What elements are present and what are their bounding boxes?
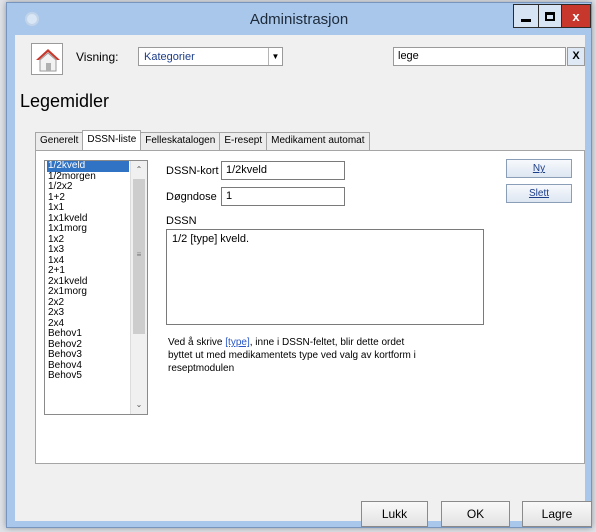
minimize-icon [521, 18, 531, 22]
delete-button[interactable]: Slett [506, 184, 572, 203]
client-area: Visning: Kategorier ▼ lege X Legemidler … [15, 35, 592, 527]
list-item[interactable]: Behov5 [47, 370, 129, 382]
home-icon [36, 49, 60, 72]
list-item[interactable]: 1x1 [47, 202, 129, 214]
dropdown-arrow-icon[interactable]: ▼ [268, 48, 282, 65]
scrollbar-thumb[interactable]: ≡ [133, 179, 145, 334]
dssn-kort-label: DSSN-kort [166, 165, 219, 177]
title-bar[interactable]: Administrasjon x [7, 3, 591, 35]
window-title: Administrasjon [249, 11, 349, 28]
tab-dssn-liste[interactable]: DSSN-liste [82, 130, 142, 150]
new-button-label: Ny [532, 163, 546, 174]
type-placeholder-link: [type] [225, 337, 250, 348]
list-item[interactable]: 2+1 [47, 265, 129, 277]
page-title: Legemidler [20, 91, 110, 111]
search-clear-button[interactable]: X [567, 47, 585, 66]
tab-strip: Generelt DSSN-liste Felleskatalogen E-re… [35, 130, 370, 150]
list-item[interactable]: 2x3 [47, 307, 129, 319]
tab-generelt[interactable]: Generelt [35, 132, 84, 150]
dogndose-field[interactable]: 1 [221, 187, 345, 206]
list-item[interactable]: 1/2kveld [47, 161, 129, 172]
info-line2: byttet ut med medikamentets type ved val… [168, 350, 416, 361]
dssn-label: DSSN [166, 215, 197, 227]
list-item[interactable]: 2x1morg [47, 286, 129, 298]
list-item[interactable]: Behov3 [47, 349, 129, 361]
dssn-tab-panel: 1/2kveld 1/2morgen 1/2x2 1+2 1x1 1x1kvel… [35, 150, 585, 464]
tab-e-resept[interactable]: E-resept [219, 132, 268, 150]
grip-icon: ≡ [136, 250, 142, 259]
toolbar: Visning: Kategorier ▼ lege X [15, 35, 585, 81]
list-scrollbar[interactable]: ⌃ ≡ ⌄ [130, 161, 147, 414]
save-button[interactable]: Lagre [522, 501, 592, 527]
maximize-icon [545, 11, 555, 21]
list-item[interactable]: 1/2x2 [47, 181, 129, 193]
list-item[interactable]: 1x3 [47, 244, 129, 256]
tab-felleskatalogen[interactable]: Felleskatalogen [140, 132, 221, 150]
close-dialog-button[interactable]: Lukk [361, 501, 428, 527]
search-input[interactable]: lege [393, 47, 566, 66]
tab-medikament-automat[interactable]: Medikament automat [266, 132, 370, 150]
info-prefix: Ved å skrive [168, 337, 226, 348]
home-button[interactable] [31, 43, 63, 75]
maximize-button[interactable] [538, 4, 562, 28]
dssn-listbox[interactable]: 1/2kveld 1/2morgen 1/2x2 1+2 1x1 1x1kvel… [44, 160, 148, 415]
list-item[interactable]: Behov1 [47, 328, 129, 340]
delete-button-label: Slett [528, 188, 549, 199]
ok-button[interactable]: OK [441, 501, 510, 527]
dogndose-label: Døgndose [166, 191, 217, 203]
close-icon: x [572, 8, 580, 24]
admin-window: Administrasjon x Visning: Kategorier ▼ l… [6, 2, 592, 528]
chevron-down-icon[interactable]: ⌄ [131, 398, 147, 412]
close-button[interactable]: x [561, 4, 591, 28]
minimize-button[interactable] [513, 4, 539, 28]
new-button[interactable]: Ny [506, 159, 572, 178]
info-line3: reseptmodulen [168, 363, 235, 374]
visning-select[interactable]: Kategorier ▼ [138, 47, 283, 66]
chevron-up-icon[interactable]: ⌃ [131, 163, 147, 177]
dssn-textarea[interactable]: 1/2 [type] kveld. [166, 229, 484, 325]
info-line1-rest: , inne i DSSN-feltet, blir dette ordet [249, 337, 405, 348]
visning-value: Kategorier [144, 51, 195, 63]
list-item[interactable]: 1x1morg [47, 223, 129, 235]
visning-label: Visning: [76, 50, 119, 64]
dssn-kort-field[interactable]: 1/2kveld [221, 161, 345, 180]
info-text: Ved å skrive [type], inne i DSSN-feltet,… [168, 336, 498, 375]
